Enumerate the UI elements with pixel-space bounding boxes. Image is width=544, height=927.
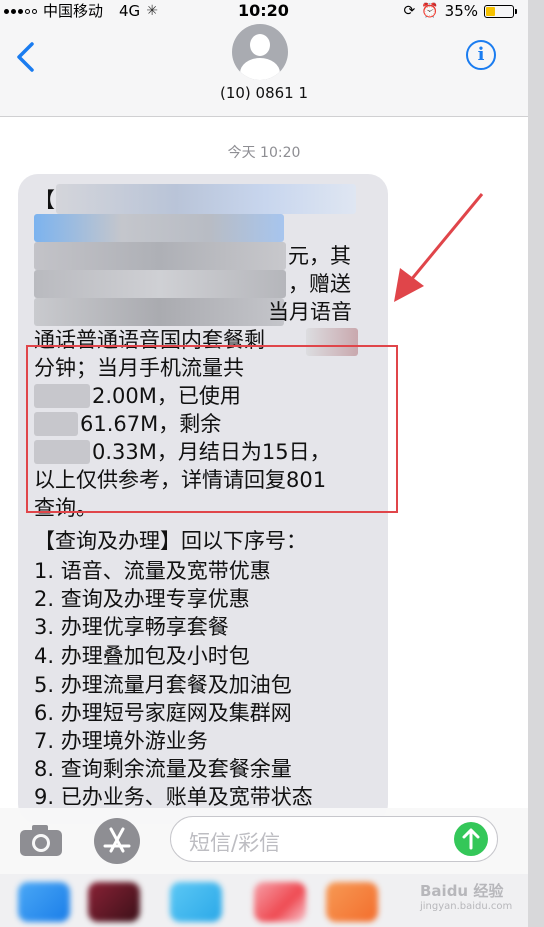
app-drawer-item[interactable] xyxy=(254,882,306,922)
message-line: 当月语音 xyxy=(268,300,352,324)
status-bar: 中国移动 4G ✳ 10:20 ⟳ ⏰ 35% xyxy=(0,0,528,22)
menu-option: 5. 办理流量月套餐及加油包 xyxy=(34,673,292,697)
signal-icon xyxy=(4,8,37,14)
pointer-arrow-icon xyxy=(394,193,484,302)
menu-option: 1. 语音、流量及宽带优惠 xyxy=(34,559,271,583)
app-drawer-item[interactable] xyxy=(88,882,140,922)
loading-icon: ✳ xyxy=(146,3,158,19)
privacy-mosaic xyxy=(34,214,284,242)
arrow-up-icon xyxy=(462,828,480,850)
message-line: 【查询及办理】回以下序号： xyxy=(34,529,307,553)
camera-icon[interactable] xyxy=(18,822,64,858)
menu-option: 6. 办理短号家庭网及集群网 xyxy=(34,701,292,725)
app-drawer-item[interactable] xyxy=(170,882,222,922)
message-input[interactable]: 短信/彩信 xyxy=(170,816,498,862)
message-line: ，赠送 xyxy=(288,272,351,296)
app-drawer-item[interactable] xyxy=(18,882,70,922)
network-type: 4G xyxy=(119,2,141,20)
battery-percent: 35% xyxy=(444,2,478,20)
menu-option: 8. 查询剩余流量及套餐余量 xyxy=(34,757,292,781)
message-timestamp: 今天 10:20 xyxy=(227,145,301,161)
menu-option: 9. 已办业务、账单及宽带状态 xyxy=(34,785,313,809)
app-drawer-item[interactable] xyxy=(326,882,378,922)
person-icon xyxy=(250,34,270,56)
menu-option: 2. 查询及办理专享优惠 xyxy=(34,587,250,611)
contact-number[interactable]: (10) 0861 1 xyxy=(0,84,528,102)
rotation-lock-icon: ⟳ xyxy=(403,3,416,19)
privacy-mosaic xyxy=(34,242,286,270)
highlight-box xyxy=(26,345,398,513)
message-line: 【 xyxy=(34,188,55,212)
privacy-mosaic xyxy=(56,184,356,214)
alarm-icon: ⏰ xyxy=(421,3,439,19)
privacy-mosaic xyxy=(34,270,286,298)
info-icon[interactable]: i xyxy=(466,40,496,70)
menu-option: 7. 办理境外游业务 xyxy=(34,729,208,753)
send-button[interactable] xyxy=(454,822,488,856)
message-input-placeholder: 短信/彩信 xyxy=(189,831,281,855)
watermark-brand: Baidu 经验 xyxy=(420,882,504,900)
status-time: 10:20 xyxy=(238,1,289,20)
battery-icon xyxy=(484,4,517,18)
carrier-name: 中国移动 xyxy=(43,2,104,20)
contact-avatar[interactable] xyxy=(232,24,288,80)
menu-option: 4. 办理叠加包及小时包 xyxy=(34,644,250,668)
side-strip xyxy=(528,0,544,927)
watermark-url: jingyan.baidu.com xyxy=(420,901,513,912)
privacy-mosaic xyxy=(34,298,284,326)
baidu-watermark: Baidu 经验 jingyan.baidu.com xyxy=(420,880,512,912)
chevron-left-icon[interactable] xyxy=(12,40,42,74)
message-line: 元，其 xyxy=(288,244,351,268)
app-store-icon[interactable] xyxy=(94,818,140,864)
conversation-header: (10) 0861 1 i xyxy=(0,22,528,117)
menu-option: 3. 办理优享畅享套餐 xyxy=(34,615,229,639)
